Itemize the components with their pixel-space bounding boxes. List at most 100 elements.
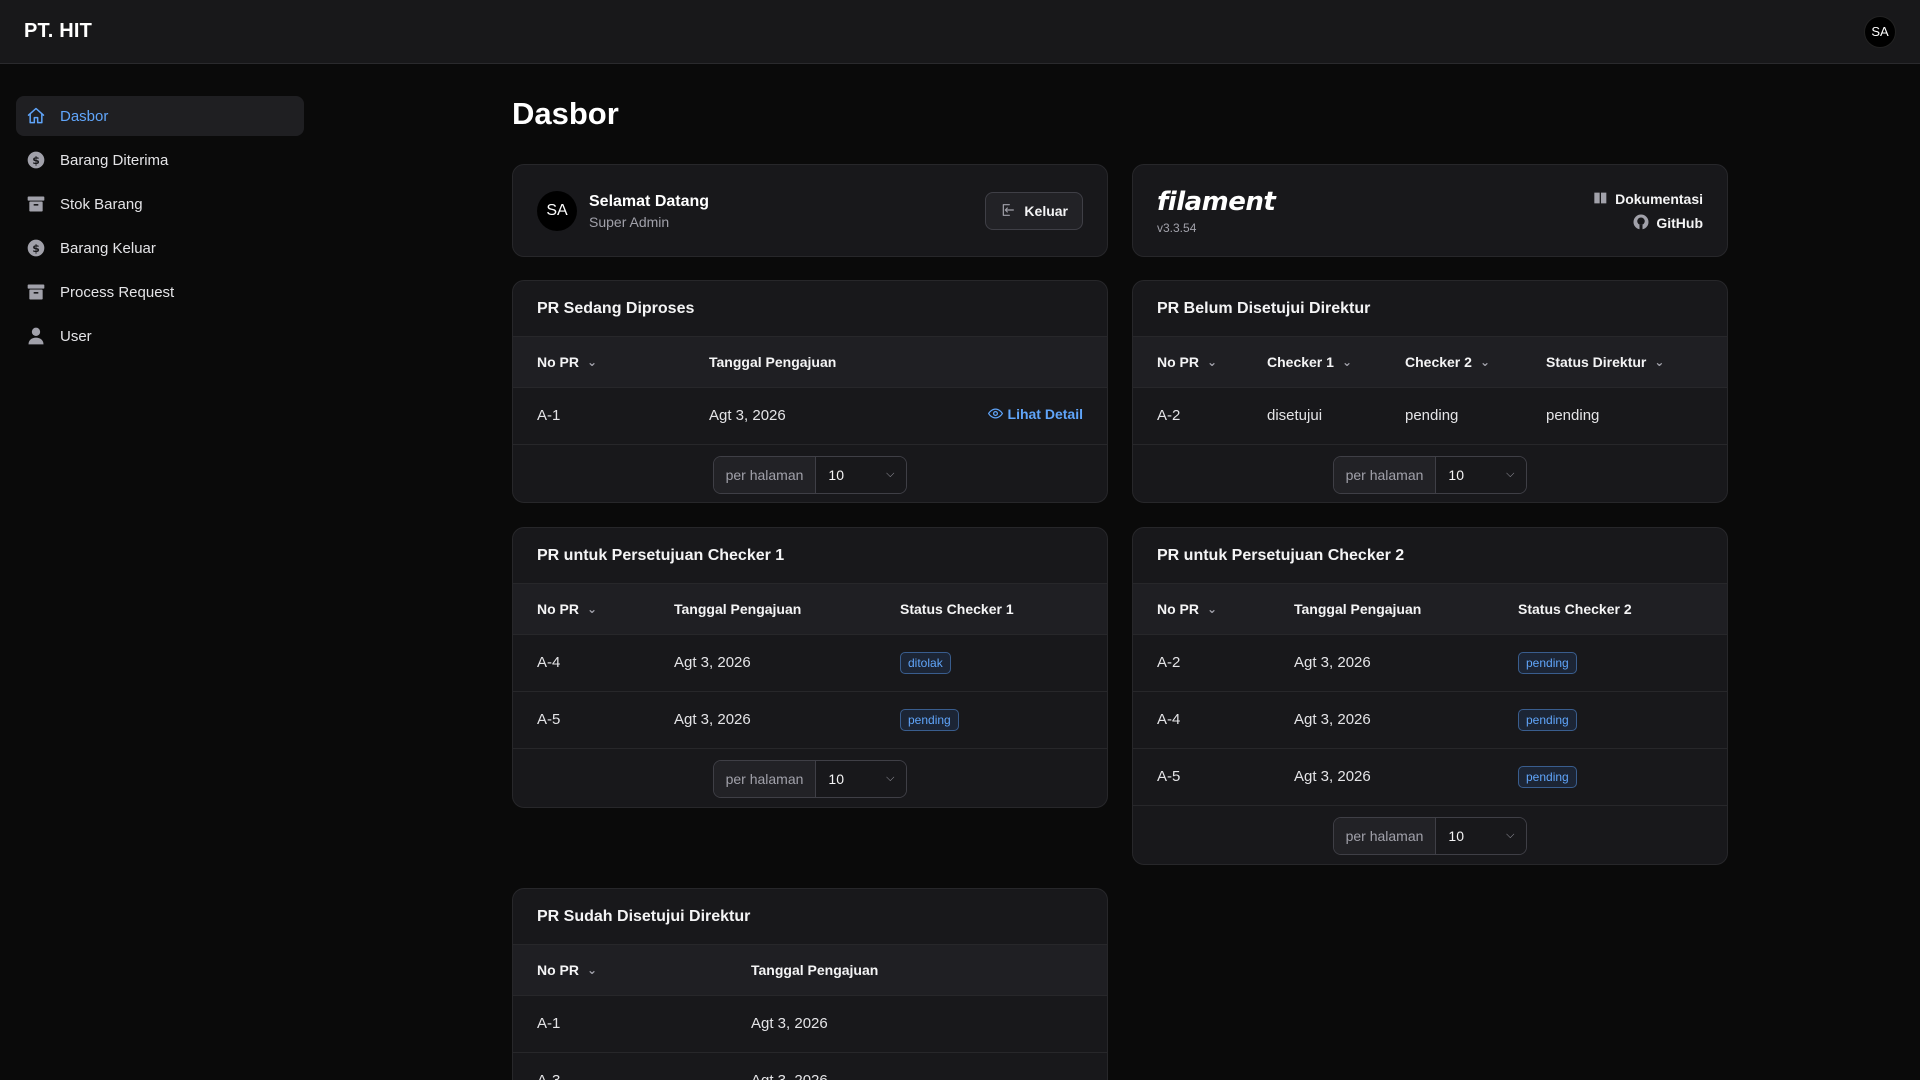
sidebar-item-label: Dasbor	[60, 107, 109, 125]
sidebar-item-label: Barang Diterima	[60, 151, 169, 169]
chevron-down-icon: ⌄	[1654, 354, 1665, 369]
card-title: PR untuk Persetujuan Checker 2	[1133, 528, 1727, 584]
table-row: A-2 disetujui pending pending	[1133, 387, 1727, 445]
per-page-select[interactable]: per halaman 10 ⌵	[1332, 455, 1528, 494]
column-header-no-pr[interactable]: No PR ⌄	[1133, 584, 1270, 635]
cell-no-pr: A-2	[1133, 387, 1243, 445]
archive-box-icon	[26, 194, 46, 214]
cell-tanggal: Agt 3, 2026	[727, 1052, 1107, 1080]
filament-version: v3.3.54	[1157, 221, 1197, 235]
column-header-tanggal: Tanggal Pengajuan	[1270, 584, 1494, 635]
column-header-status-checker-1: Status Checker 1	[876, 584, 1107, 635]
svg-text:$: $	[32, 242, 40, 255]
sidebar-item-barang-diterima[interactable]: $ Barang Diterima	[16, 140, 304, 180]
column-header-no-pr[interactable]: No PR ⌄	[513, 945, 727, 996]
sidebar-item-label: Process Request	[60, 283, 175, 301]
pagination: per halaman 10 ⌵	[1133, 806, 1727, 865]
welcome-subtitle: Super Admin	[589, 213, 670, 230]
status-badge: ditolak	[900, 651, 951, 674]
cell-status-direktur: pending	[1522, 387, 1727, 445]
sidebar-item-label: Stok Barang	[60, 195, 143, 213]
pr-belum-direktur-card: PR Belum Disetujui Direktur No PR ⌄ Check…	[1132, 280, 1728, 503]
status-badge: pending	[1518, 765, 1577, 788]
github-link[interactable]: GitHub	[1593, 211, 1703, 235]
per-page-select[interactable]: per halaman 10 ⌵	[712, 455, 908, 494]
column-header-no-pr[interactable]: No PR ⌄	[1133, 337, 1243, 388]
book-icon	[1593, 190, 1609, 209]
filament-info-card: filament v3.3.54 Dokumentasi GitHub	[1132, 164, 1728, 257]
chevron-down-icon: ⌵	[886, 468, 895, 480]
column-header-checker-2[interactable]: Checker 2 ⌄	[1381, 337, 1522, 388]
table-row: A-4 Agt 3, 2026 pending	[1133, 691, 1727, 749]
brand-logo[interactable]: PT. HIT	[24, 20, 92, 43]
logout-button[interactable]: Keluar	[985, 192, 1083, 230]
status-badge: pending	[1518, 708, 1577, 731]
table-row: A-5 Agt 3, 2026 pending	[1133, 748, 1727, 806]
chevron-down-icon: ⌄	[1341, 354, 1352, 369]
card-title: PR Belum Disetujui Direktur	[1133, 281, 1727, 337]
pr-checker2-card: PR untuk Persetujuan Checker 2 No PR ⌄ Ta…	[1132, 527, 1728, 865]
per-page-label: per halaman	[1333, 456, 1437, 493]
archive-box-icon	[26, 282, 46, 302]
chevron-down-icon: ⌵	[1506, 468, 1515, 480]
pagination: per halaman 10 ⌵	[513, 749, 1107, 808]
cell-no-pr: A-5	[513, 691, 650, 749]
user-avatar[interactable]: SA	[1864, 15, 1896, 48]
cell-no-pr: A-3	[513, 1052, 727, 1080]
sidebar-item-user[interactable]: User	[16, 316, 304, 356]
main-content: Dasbor	[512, 64, 1728, 146]
column-header-no-pr[interactable]: No PR ⌄	[513, 584, 650, 635]
column-header-tanggal: Tanggal Pengajuan	[685, 337, 918, 388]
cell-no-pr: A-4	[1133, 691, 1270, 749]
sidebar-item-stok-barang[interactable]: Stok Barang	[16, 184, 304, 224]
currency-dollar-icon: $	[26, 150, 46, 170]
per-page-select[interactable]: per halaman 10 ⌵	[1332, 816, 1528, 855]
cell-tanggal: Agt 3, 2026	[650, 634, 876, 692]
per-page-value: 10	[1448, 466, 1464, 483]
card-title: PR Sedang Diproses	[513, 281, 1107, 337]
view-detail-label: Lihat Detail	[1007, 405, 1083, 422]
cell-checker-1: disetujui	[1243, 387, 1381, 445]
column-header-tanggal: Tanggal Pengajuan	[727, 945, 1107, 996]
chevron-down-icon: ⌄	[1207, 601, 1218, 616]
chevron-down-icon: ⌄	[1207, 354, 1218, 369]
column-header-no-pr[interactable]: No PR ⌄	[513, 337, 685, 388]
pr-belum-direktur-table: No PR ⌄ Checker 1 ⌄ Checker 2 ⌄ Status Dire…	[1133, 337, 1727, 445]
chevron-down-icon: ⌵	[886, 772, 895, 784]
column-header-status-direktur[interactable]: Status Direktur ⌄	[1522, 337, 1727, 388]
cell-tanggal: Agt 3, 2026	[1270, 691, 1494, 749]
user-icon	[26, 326, 46, 346]
column-header-status-checker-2: Status Checker 2	[1494, 584, 1727, 635]
pr-checker2-table: No PR ⌄ Tanggal Pengajuan Status Checker …	[1133, 584, 1727, 806]
card-title: PR Sudah Disetujui Direktur	[513, 889, 1107, 945]
table-row: A-4 Agt 3, 2026 ditolak	[513, 634, 1107, 692]
home-icon	[26, 106, 46, 126]
column-header-checker-1[interactable]: Checker 1 ⌄	[1243, 337, 1381, 388]
cell-tanggal: Agt 3, 2026	[727, 995, 1107, 1053]
filament-logo[interactable]: filament	[1157, 187, 1276, 217]
cell-no-pr: A-4	[513, 634, 650, 692]
per-page-select[interactable]: per halaman 10 ⌵	[712, 759, 908, 798]
status-badge: pending	[1518, 651, 1577, 674]
top-bar: PT. HIT SA	[0, 0, 1920, 64]
pr-sudah-direktur-card: PR Sudah Disetujui Direktur No PR ⌄ Tangg…	[512, 888, 1108, 1080]
sidebar-item-process-request[interactable]: Process Request	[16, 272, 304, 312]
status-badge: pending	[900, 708, 959, 731]
sidebar: Dasbor $ Barang Diterima Stok Barang $ B…	[0, 64, 320, 1080]
sidebar-item-label: User	[60, 327, 92, 345]
pr-sudah-direktur-table: No PR ⌄ Tanggal Pengajuan A-1 Agt 3, 2026…	[513, 945, 1107, 1080]
table-row: A-2 Agt 3, 2026 pending	[1133, 634, 1727, 692]
pr-diproses-table: No PR ⌄ Tanggal Pengajuan A-1 Agt 3, 2026…	[513, 337, 1107, 445]
cell-no-pr: A-5	[1133, 748, 1270, 806]
cell-tanggal: Agt 3, 2026	[1270, 748, 1494, 806]
logout-label: Keluar	[1024, 203, 1068, 219]
sidebar-item-dasbor[interactable]: Dasbor	[16, 96, 304, 136]
chevron-down-icon: ⌵	[1506, 829, 1515, 841]
view-detail-link[interactable]: Lihat Detail	[987, 405, 1083, 422]
cell-no-pr: A-1	[513, 995, 727, 1053]
docs-link[interactable]: Dokumentasi	[1593, 187, 1703, 211]
cell-checker-2: pending	[1381, 387, 1522, 445]
chevron-down-icon: ⌄	[587, 962, 598, 977]
sidebar-item-barang-keluar[interactable]: $ Barang Keluar	[16, 228, 304, 268]
table-row: A-3 Agt 3, 2026	[513, 1052, 1107, 1080]
